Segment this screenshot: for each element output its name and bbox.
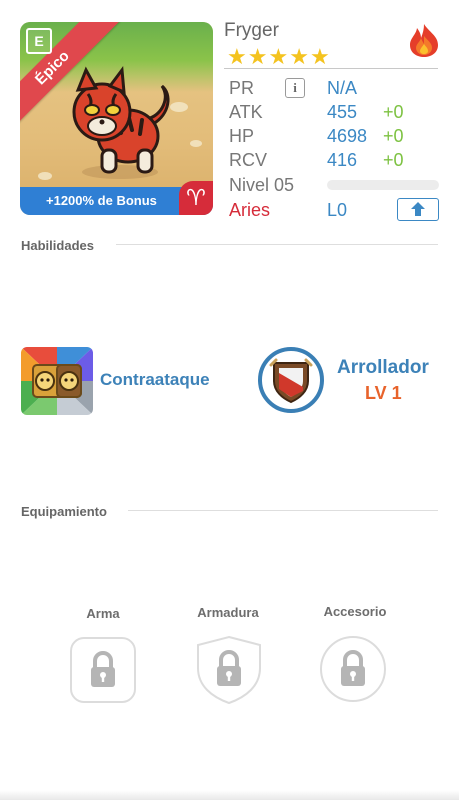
- accessory-slot[interactable]: [320, 636, 386, 702]
- rarity-badge-icon: E: [26, 28, 52, 54]
- hp-bonus: +0: [383, 126, 404, 146]
- atk-bonus: +0: [383, 102, 404, 122]
- shield-skill-icon[interactable]: [258, 347, 324, 413]
- zodiac-level: L0: [327, 200, 348, 220]
- armor-slot-label: Armadura: [197, 605, 259, 620]
- rcv-bonus: +0: [383, 150, 404, 170]
- skill-name-counterattack[interactable]: Contraataque: [100, 370, 210, 390]
- arrow-up-icon: [411, 202, 425, 216]
- hp-label: HP: [229, 126, 255, 146]
- armor-slot[interactable]: [194, 634, 264, 706]
- weapon-slot-label: Arma: [86, 606, 120, 621]
- skills-section-title: Habilidades: [21, 238, 94, 253]
- portrait-rock: [38, 172, 52, 180]
- monster-name: Fryger: [224, 20, 279, 41]
- equipment-section-title: Equipamiento: [21, 504, 107, 519]
- bottom-edge: [0, 790, 459, 800]
- star-icon: ★: [227, 44, 247, 69]
- atk-value: 455: [327, 102, 358, 122]
- lock-icon: [91, 650, 115, 687]
- level-label: Nivel 05: [229, 175, 295, 195]
- title-divider: [224, 68, 438, 69]
- star-icon: ★: [289, 44, 309, 69]
- star-rating: ★★★★★: [227, 44, 331, 70]
- rcv-value: 416: [327, 150, 358, 170]
- star-icon: ★: [247, 44, 268, 69]
- fire-element-icon: [410, 24, 438, 57]
- counterattack-skill-icon[interactable]: [21, 347, 93, 415]
- skills-section-divider: [116, 244, 438, 245]
- hp-value: 4698: [327, 126, 368, 146]
- skill-name-arrollador[interactable]: Arrollador: [337, 357, 429, 379]
- info-icon[interactable]: i: [285, 78, 305, 98]
- star-icon: ★: [309, 44, 330, 69]
- accessory-slot-label: Accesorio: [323, 604, 387, 619]
- monster-creature-icon: [72, 65, 170, 179]
- pr-value: N/A: [327, 78, 358, 98]
- lock-icon: [341, 649, 365, 686]
- zodiac-upgrade-button[interactable]: [397, 198, 439, 221]
- weapon-slot[interactable]: [70, 637, 136, 703]
- level-progress-bar: [327, 180, 439, 190]
- equipment-section-divider: [128, 510, 438, 511]
- atk-label: ATK: [229, 102, 263, 122]
- aries-zodiac-icon: ♈: [179, 181, 213, 215]
- monster-portrait[interactable]: Épico E +1200% de Bonus ♈: [20, 22, 213, 215]
- pr-label: PR: [229, 78, 255, 98]
- star-icon: ★: [268, 44, 289, 69]
- portrait-rock: [190, 140, 202, 147]
- skill-level: LV 1: [365, 383, 402, 403]
- zodiac-label: Aries: [229, 200, 271, 220]
- rcv-label: RCV: [229, 150, 268, 170]
- bonus-label: +1200% de Bonus: [46, 193, 157, 208]
